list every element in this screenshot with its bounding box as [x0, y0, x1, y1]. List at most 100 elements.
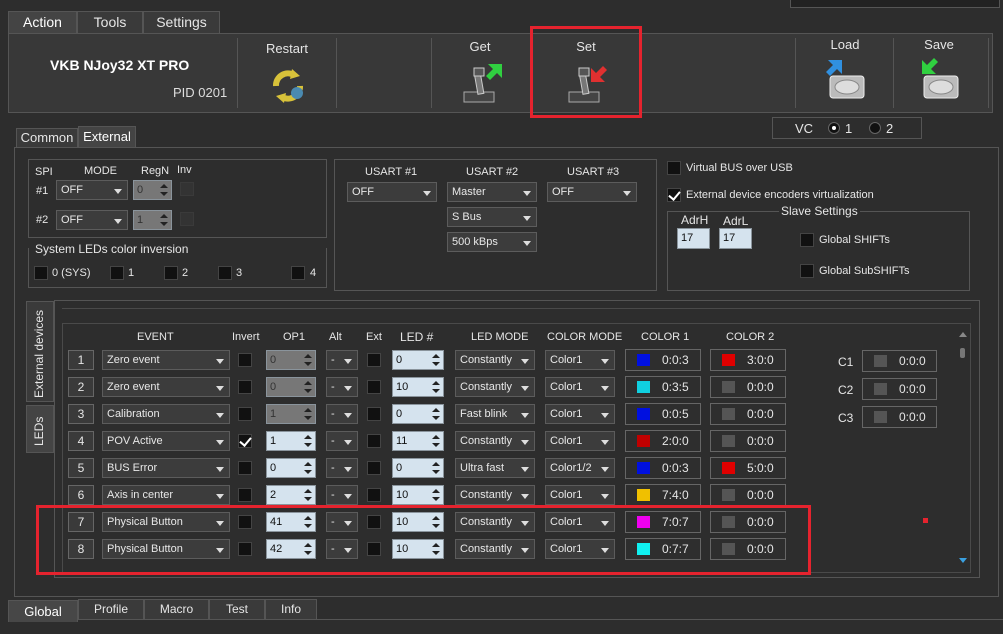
spi-mode-select[interactable]: OFF: [56, 210, 128, 230]
sysled-checkbox[interactable]: [110, 266, 124, 280]
color2-picker[interactable]: 0:0:0: [710, 430, 786, 452]
color-mode-select[interactable]: Color1/2: [545, 458, 615, 478]
color2-picker[interactable]: 0:0:0: [710, 376, 786, 398]
tab-test[interactable]: Test: [209, 599, 265, 619]
alt-select[interactable]: -: [326, 350, 358, 370]
ext-checkbox[interactable]: [367, 434, 381, 448]
load-button[interactable]: Load: [812, 36, 878, 106]
virtual-bus-checkbox[interactable]: [667, 161, 681, 175]
event-select[interactable]: BUS Error: [102, 458, 230, 478]
c1-color[interactable]: 0:0:0: [862, 350, 937, 372]
invert-checkbox[interactable]: [238, 461, 252, 475]
color-mode-select[interactable]: Color1: [545, 431, 615, 451]
c2-color[interactable]: 0:0:0: [862, 378, 937, 400]
usart2-speed-select[interactable]: 500 kBps: [447, 232, 537, 252]
sysled-checkbox[interactable]: [164, 266, 178, 280]
tab-settings[interactable]: Settings: [143, 11, 220, 33]
color-mode-select[interactable]: Color1: [545, 350, 615, 370]
led-mode-select[interactable]: Constantly: [455, 377, 535, 397]
color-mode-select[interactable]: Color1: [545, 377, 615, 397]
color1-picker[interactable]: 0:0:3: [625, 349, 701, 371]
op1-input[interactable]: 0: [266, 350, 316, 370]
color-mode-select[interactable]: Color1: [545, 404, 615, 424]
color1-picker[interactable]: 0:0:5: [625, 403, 701, 425]
invert-checkbox[interactable]: [238, 380, 252, 394]
led-number-input[interactable]: 0: [392, 458, 444, 478]
invert-checkbox[interactable]: [238, 407, 252, 421]
alt-select[interactable]: -: [326, 431, 358, 451]
color2-picker[interactable]: 5:0:0: [710, 457, 786, 479]
ext-checkbox[interactable]: [367, 488, 381, 502]
led-number-input[interactable]: 0: [392, 404, 444, 424]
save-button[interactable]: Save: [906, 36, 972, 106]
color2-picker[interactable]: 0:0:0: [710, 484, 786, 506]
invert-checkbox[interactable]: [238, 353, 252, 367]
usart1-select[interactable]: OFF: [347, 182, 437, 202]
led-mode-select[interactable]: Constantly: [455, 485, 535, 505]
sysled-checkbox[interactable]: [34, 266, 48, 280]
alt-select[interactable]: -: [326, 377, 358, 397]
ext-checkbox[interactable]: [367, 380, 381, 394]
led-mode-select[interactable]: Fast blink: [455, 404, 535, 424]
event-select[interactable]: Calibration: [102, 404, 230, 424]
event-select[interactable]: Zero event: [102, 350, 230, 370]
c3-color[interactable]: 0:0:0: [862, 406, 937, 428]
op1-input[interactable]: 1: [266, 404, 316, 424]
led-number-input[interactable]: 10: [392, 377, 444, 397]
tab-macro[interactable]: Macro: [144, 599, 209, 619]
ext-checkbox[interactable]: [367, 353, 381, 367]
adrl-input[interactable]: 17: [719, 228, 752, 249]
tab-common[interactable]: Common: [16, 128, 78, 148]
led-mode-select[interactable]: Constantly: [455, 431, 535, 451]
color2-picker[interactable]: 3:0:0: [710, 349, 786, 371]
alt-select[interactable]: -: [326, 485, 358, 505]
invert-checkbox[interactable]: [238, 488, 252, 502]
invert-checkbox[interactable]: [238, 434, 252, 448]
encoders-virtualization-checkbox[interactable]: [667, 188, 681, 202]
led-number-input[interactable]: 0: [392, 350, 444, 370]
tab-external-devices[interactable]: External devices: [26, 301, 54, 402]
event-select[interactable]: Axis in center: [102, 485, 230, 505]
event-select[interactable]: Zero event: [102, 377, 230, 397]
color2-picker[interactable]: 0:0:0: [710, 403, 786, 425]
spi-regn-input[interactable]: 0: [133, 180, 172, 200]
sysled-checkbox[interactable]: [291, 266, 305, 280]
op1-input[interactable]: 1: [266, 431, 316, 451]
alt-select[interactable]: -: [326, 458, 358, 478]
restart-button[interactable]: Restart: [254, 38, 320, 108]
led-number-input[interactable]: 10: [392, 485, 444, 505]
color1-picker[interactable]: 0:3:5: [625, 376, 701, 398]
spi-regn-input[interactable]: 1: [133, 210, 172, 230]
tab-profile[interactable]: Profile: [78, 599, 144, 619]
adrh-input[interactable]: 17: [677, 228, 710, 249]
event-select[interactable]: POV Active: [102, 431, 230, 451]
color1-picker[interactable]: 7:4:0: [625, 484, 701, 506]
table-scrollbar[interactable]: [957, 330, 969, 570]
global-shifts-checkbox[interactable]: [800, 233, 814, 247]
led-mode-select[interactable]: Constantly: [455, 350, 535, 370]
scroll-thumb[interactable]: [960, 348, 965, 358]
global-subshifts-checkbox[interactable]: [800, 264, 814, 278]
usart2-bus-select[interactable]: S Bus: [447, 207, 537, 227]
tab-external[interactable]: External: [78, 126, 136, 148]
led-number-input[interactable]: 11: [392, 431, 444, 451]
op1-input[interactable]: 2: [266, 485, 316, 505]
op1-input[interactable]: 0: [266, 458, 316, 478]
usart2-select[interactable]: Master: [447, 182, 537, 202]
sysled-checkbox[interactable]: [218, 266, 232, 280]
spi-inv-checkbox[interactable]: [180, 182, 194, 196]
tab-leds[interactable]: LEDs: [26, 405, 54, 453]
color1-picker[interactable]: 0:0:3: [625, 457, 701, 479]
tab-action[interactable]: Action: [8, 11, 77, 33]
ext-checkbox[interactable]: [367, 407, 381, 421]
scroll-down-arrow[interactable]: [959, 558, 967, 563]
vc-radio-2[interactable]: [869, 122, 881, 134]
ext-checkbox[interactable]: [367, 461, 381, 475]
vc-radio-1[interactable]: [828, 122, 840, 134]
alt-select[interactable]: -: [326, 404, 358, 424]
spi-mode-select[interactable]: OFF: [56, 180, 128, 200]
tab-info[interactable]: Info: [265, 599, 317, 619]
usart3-select[interactable]: OFF: [547, 182, 637, 202]
op1-input[interactable]: 0: [266, 377, 316, 397]
scroll-up-arrow[interactable]: [959, 332, 967, 337]
